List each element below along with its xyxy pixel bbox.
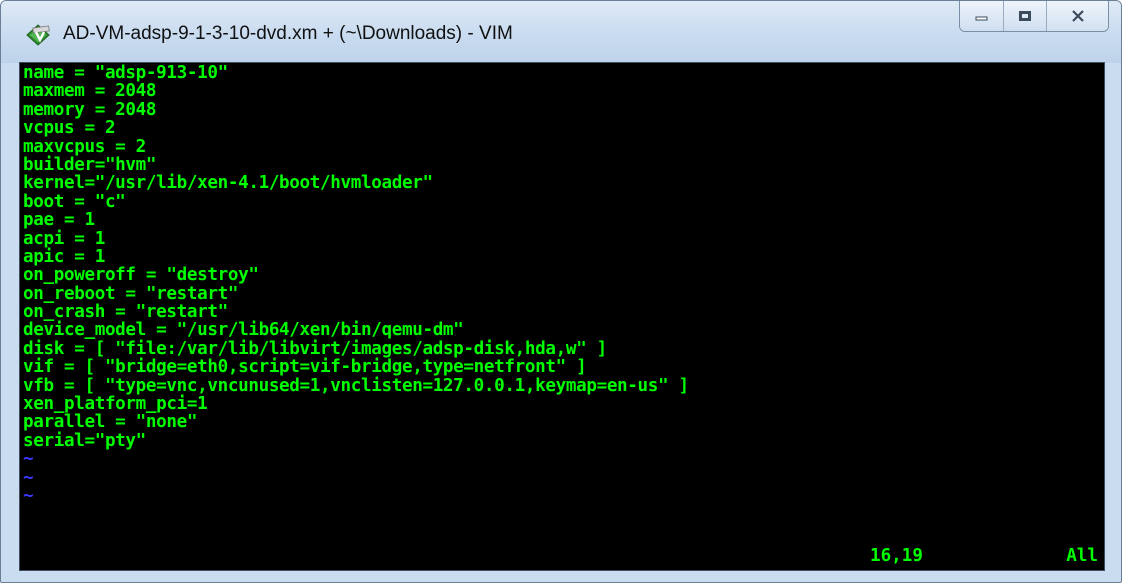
buffer-line: on_reboot = "restart" [23, 283, 239, 304]
vim-app-icon [26, 24, 50, 46]
buffer-line: parallel = "none" [23, 412, 198, 433]
buffer-line: acpi = 1 [23, 228, 105, 249]
vim-window: AD-VM-adsp-9-1-3-10-dvd.xm + (~\Download… [0, 0, 1122, 583]
buffer-line: serial="pty" [23, 430, 146, 451]
buffer-line: disk = [ "file:/var/lib/libvirt/images/a… [23, 338, 607, 359]
buffer-line: device_model = "/usr/lib64/xen/bin/qemu-… [23, 320, 464, 341]
buffer-line: on_crash = "restart" [23, 302, 228, 323]
buffer-line: boot = "c" [23, 191, 126, 212]
close-button[interactable] [1046, 1, 1108, 31]
buffer-line: vfb = [ "type=vnc,vncunused=1,vnclisten=… [23, 375, 689, 396]
buffer-lines: name = "adsp-913-10" maxmem = 2048 memor… [23, 63, 689, 506]
maximize-button[interactable] [1003, 1, 1046, 31]
buffer-line: kernel="/usr/lib/xen-4.1/boot/hvmloader" [23, 173, 433, 194]
buffer-line: name = "adsp-913-10" [23, 63, 228, 83]
buffer-line: pae = 1 [23, 210, 95, 231]
maximize-icon [1019, 11, 1031, 21]
cursor-position: 16,19 [870, 546, 923, 566]
buffer-line: builder="hvm" [23, 154, 157, 175]
vim-text-area[interactable]: name = "adsp-913-10" maxmem = 2048 memor… [19, 62, 1105, 571]
buffer-line: xen_platform_pci=1 [23, 394, 208, 415]
minimize-button[interactable] [960, 1, 1003, 31]
window-controls [959, 1, 1109, 32]
buffer-line: maxvcpus = 2 [23, 136, 146, 157]
buffer-line: maxmem = 2048 [23, 81, 157, 102]
title-bar[interactable]: AD-VM-adsp-9-1-3-10-dvd.xm + (~\Download… [1, 1, 1121, 63]
minimize-icon [975, 16, 987, 21]
scroll-position: All [1066, 546, 1098, 566]
empty-line-tilde: ~ [23, 449, 34, 470]
close-icon [1071, 10, 1084, 22]
buffer-line: vif = [ "bridge=eth0,script=vif-bridge,t… [23, 357, 587, 378]
buffer-line: vcpus = 2 [23, 118, 116, 139]
vim-status-line: 16,19 All [20, 546, 1104, 566]
buffer-line: apic = 1 [23, 246, 105, 267]
buffer-line: on_poweroff = "destroy" [23, 265, 259, 286]
window-title: AD-VM-adsp-9-1-3-10-dvd.xm + (~\Download… [63, 23, 513, 44]
empty-line-tilde: ~ [23, 485, 34, 506]
buffer-line: memory = 2048 [23, 99, 157, 120]
empty-line-tilde: ~ [23, 467, 34, 488]
